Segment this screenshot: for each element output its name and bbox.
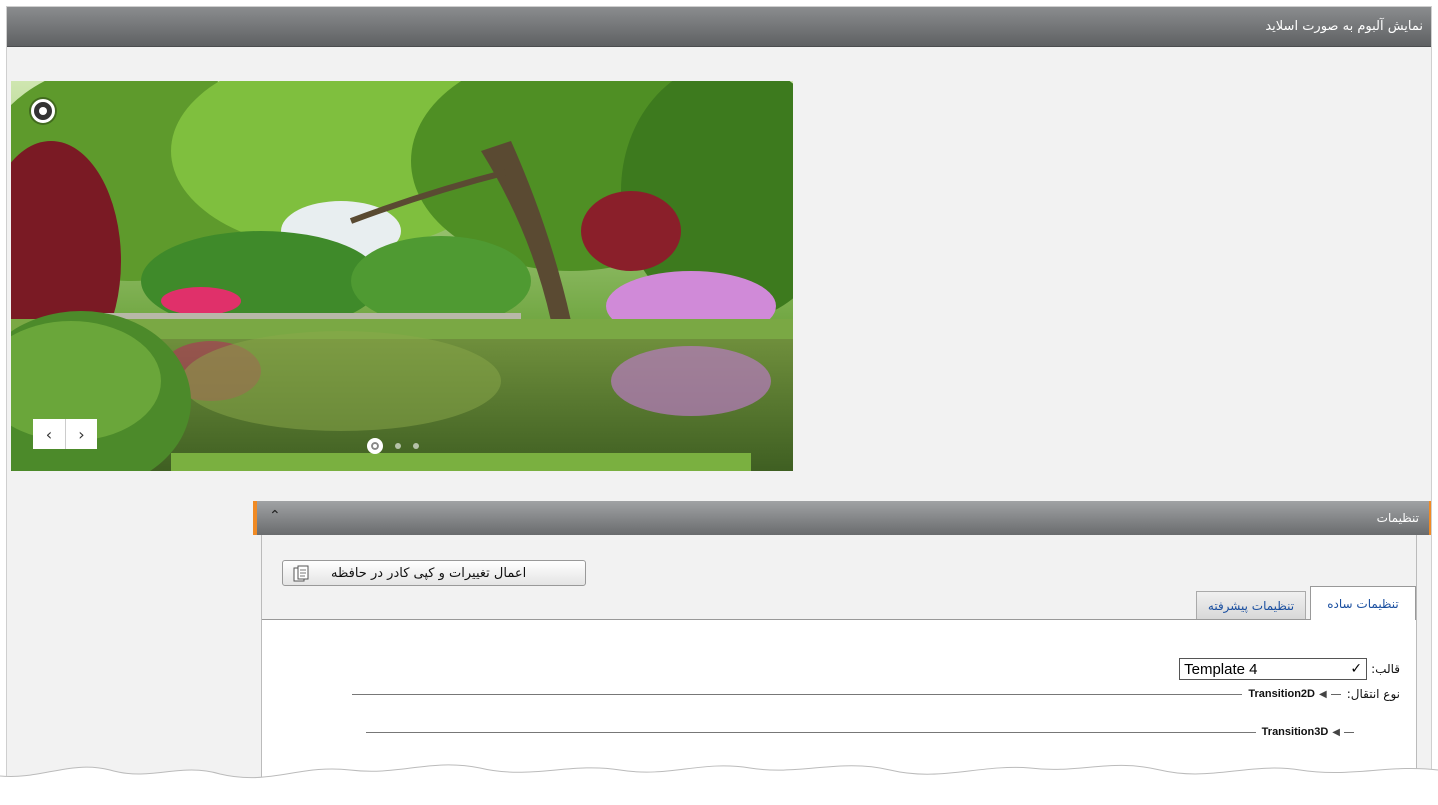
tab-advanced-settings[interactable]: تنظیمات پیشرفته bbox=[1196, 591, 1306, 619]
play-pause-icon bbox=[39, 107, 47, 115]
slide-dot-3[interactable] bbox=[413, 443, 419, 449]
transition-2d-row[interactable]: نوع انتقال: ◀ Transition2D bbox=[352, 686, 1400, 702]
tree-connector bbox=[1330, 693, 1341, 695]
template-label: قالب: bbox=[1371, 662, 1400, 676]
caret-left-icon: ◀ bbox=[1319, 688, 1327, 700]
template-select-value: Template 4 bbox=[1184, 660, 1258, 678]
slide-pagination bbox=[367, 438, 419, 454]
settings-title: تنظیمات bbox=[1376, 511, 1419, 525]
transition-3d-row[interactable]: ◀ Transition3D bbox=[365, 724, 1354, 740]
tab-simple-settings[interactable]: تنظیمات ساده bbox=[1310, 586, 1416, 620]
torn-edge bbox=[0, 764, 1438, 805]
slider-nav: ‹ › bbox=[33, 419, 97, 449]
transition-3d-option[interactable]: Transition3D bbox=[1262, 726, 1329, 738]
divider-line bbox=[365, 731, 1256, 733]
caret-left-icon: ◀ bbox=[1332, 726, 1340, 738]
collapse-icon[interactable]: ⌃ bbox=[269, 508, 281, 524]
apply-and-copy-button[interactable]: اعمال تغییرات و کپی کادر در حافظه bbox=[282, 560, 586, 586]
divider-line bbox=[352, 693, 1243, 695]
slide-dot-1[interactable] bbox=[367, 438, 383, 454]
prev-slide-button[interactable]: ‹ bbox=[33, 419, 65, 449]
window-title: نمایش آلبوم به صورت اسلاید bbox=[1265, 19, 1423, 34]
slide-image bbox=[11, 81, 793, 471]
next-slide-button[interactable]: › bbox=[65, 419, 97, 449]
app-window: نمایش آلبوم به صورت اسلاید ‹ › ⌃ تنظیمات… bbox=[6, 6, 1432, 805]
apply-and-copy-label: اعمال تغییرات و کپی کادر در حافظه bbox=[331, 565, 527, 581]
settings-header[interactable]: ⌃ تنظیمات bbox=[253, 501, 1431, 535]
chevron-down-icon: ✓ bbox=[1350, 661, 1363, 677]
title-bar: نمایش آلبوم به صورت اسلاید bbox=[7, 7, 1431, 47]
slide-dot-2[interactable] bbox=[395, 443, 401, 449]
transition-label: نوع انتقال: bbox=[1346, 687, 1400, 701]
clipboard-icon bbox=[293, 565, 309, 582]
template-row: قالب: Template 4 ✓ bbox=[1179, 658, 1400, 680]
play-pause-button[interactable] bbox=[31, 99, 55, 123]
tree-connector bbox=[1344, 731, 1354, 733]
template-select[interactable]: Template 4 ✓ bbox=[1179, 658, 1368, 680]
transition-2d-option[interactable]: Transition2D bbox=[1248, 688, 1315, 700]
image-slider[interactable]: ‹ › bbox=[11, 81, 793, 471]
